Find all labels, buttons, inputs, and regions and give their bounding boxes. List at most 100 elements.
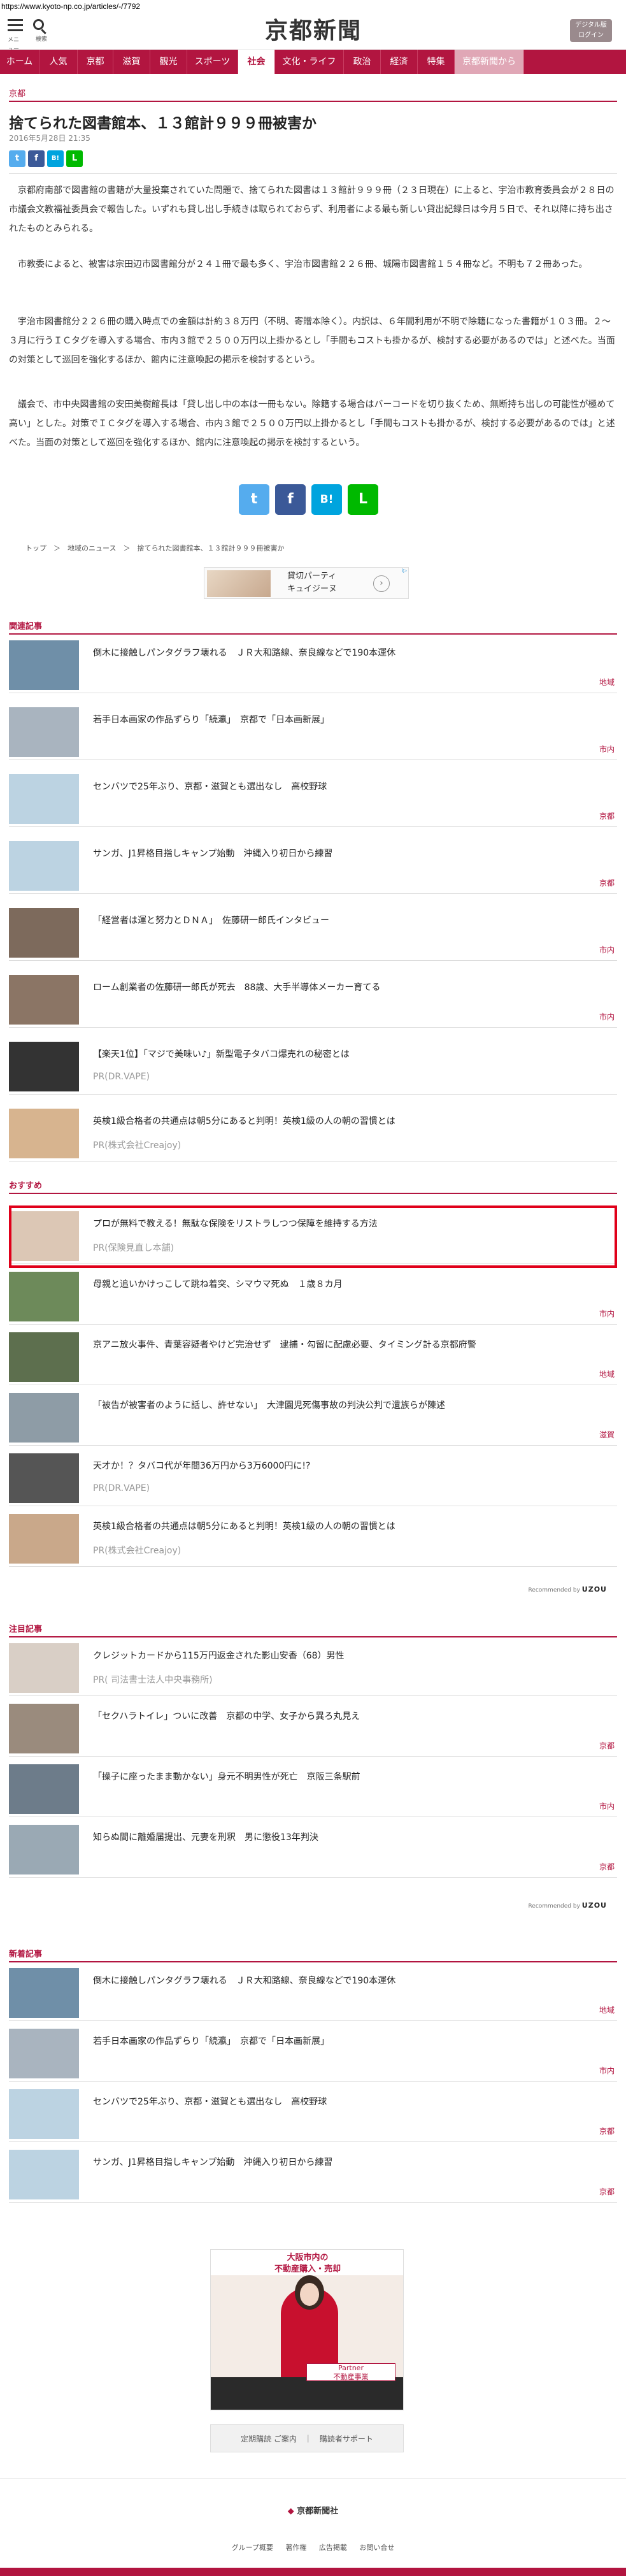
list-item-title: 倒木に接触しパンタグラフ壊れる ＪＲ大和路線、奈良線などで190本運休 <box>93 1976 396 1986</box>
nav-item[interactable]: 経済 <box>381 50 418 74</box>
nav-item[interactable]: 観光 <box>150 50 187 74</box>
article-paragraph: 議会で、市中央図書館の安田美樹館長は「貸し出し中の本は一冊もない。除籍する場合は… <box>9 399 615 448</box>
list-item[interactable]: センバツで25年ぶり、京都・滋賀とも選出なし 高校野球 京都 <box>9 771 617 827</box>
recommended-by-text: Recommended by <box>528 1903 580 1910</box>
list-item[interactable]: 倒木に接触しパンタグラフ壊れる ＪＲ大和路線、奈良線などで190本運休地域 <box>9 637 617 693</box>
twitter-share-button-small[interactable]: t <box>9 150 25 167</box>
article-thumbnail <box>9 1272 79 1321</box>
list-item[interactable]: 英検1級合格者の共通点は朝5分にあると判明！英検1級の人の朝の習慣とは PR(株式… <box>9 1511 617 1567</box>
list-item-category[interactable]: 京都 <box>599 1740 615 1751</box>
article-paragraph: 京都府南部で図書館の書籍が大量投棄されていた問題で、捨てられた図書は１３館計９９… <box>9 185 615 234</box>
list-item-category[interactable]: 滋賀 <box>599 1429 615 1440</box>
nav-item[interactable]: 人気 <box>39 50 78 74</box>
article-thumbnail <box>9 2089 79 2139</box>
list-item-title: 「経営者は運と努力とＤＮＡ」 佐藤研一郎氏インタビュー <box>93 916 329 926</box>
hatena-share-button[interactable]: B! <box>311 484 342 515</box>
list-item[interactable]: 倒木に接触しパンタグラフ壊れる ＪＲ大和路線、奈良線などで190本運休地域 <box>9 1965 617 2021</box>
divider <box>9 173 617 174</box>
site-logo[interactable]: 京都新聞 <box>250 17 377 45</box>
footer-bar <box>0 2568 626 2576</box>
list-item[interactable]: 若手日本画家の作品ずらり「続瀛」 京都で「日本画新展」市内 <box>9 704 617 760</box>
twitter-share-button[interactable]: t <box>239 484 269 515</box>
list-item[interactable]: センバツで25年ぶり、京都・滋賀とも選出なし 高校野球 京都 <box>9 2086 617 2142</box>
list-item-category[interactable]: 地域 <box>599 677 615 687</box>
list-item-title: 若手日本画家の作品ずらり「続瀛」 京都で「日本画新展」 <box>93 715 329 725</box>
article-thumbnail <box>9 1764 79 1814</box>
nav-item[interactable]: スポーツ <box>187 50 238 74</box>
nav-item[interactable]: 社会 <box>238 50 275 74</box>
list-item-category[interactable]: 京都 <box>599 810 615 821</box>
list-item-category[interactable]: 市内 <box>599 944 615 955</box>
uzou-logo[interactable]: UZOU <box>582 1901 607 1910</box>
list-item-category[interactable]: 市内 <box>599 1801 615 1811</box>
footer-link[interactable]: 広告掲載 <box>319 2544 347 2552</box>
ad-choices-icon[interactable]: i▷ <box>402 568 407 573</box>
list-item-title: 英検1級合格者の共通点は朝5分にあると判明！英検1級の人の朝の習慣とは <box>93 1116 395 1126</box>
article-thumbnail <box>9 2150 79 2199</box>
chevron-right-icon[interactable]: › <box>373 575 390 592</box>
list-item-category[interactable]: 市内 <box>599 744 615 754</box>
list-item-title: 倒木に接触しパンタグラフ壊れる ＪＲ大和路線、奈良線などで190本運休 <box>93 648 396 658</box>
list-item-title: サンガ、J1昇格目指しキャンプ始動 沖縄入り初日から練習 <box>93 849 333 859</box>
ad-headline: 大阪市内の 不動産購入・売却 <box>211 2250 403 2275</box>
list-item-category[interactable]: 市内 <box>599 2065 615 2076</box>
footer-link[interactable]: お問い合せ <box>359 2544 394 2552</box>
article-section[interactable]: 京都 <box>9 87 25 99</box>
url-bar[interactable]: https://www.kyoto-np.co.jp/articles/-/77… <box>0 0 626 13</box>
article-thumbnail <box>9 1109 79 1158</box>
facebook-share-button[interactable]: f <box>275 484 306 515</box>
article-thumbnail <box>9 908 79 958</box>
list-item[interactable]: 英検1級合格者の共通点は朝5分にあると判明！英検1級の人の朝の習慣とは PR(株式… <box>9 1105 617 1162</box>
digital-login-button[interactable]: デジタル版 ログイン <box>570 19 612 42</box>
list-item-category[interactable]: 市内 <box>599 1011 615 1022</box>
menu-button[interactable]: メニュー <box>8 19 24 53</box>
menu-icon-bar <box>8 24 23 26</box>
article-thumbnail <box>9 1968 79 2018</box>
nav-item[interactable]: 京都新聞から <box>455 50 524 74</box>
list-item-category[interactable]: 京都 <box>599 2126 615 2136</box>
facebook-share-button-small[interactable]: f <box>28 150 45 167</box>
list-item-category[interactable]: 地域 <box>599 1369 615 1379</box>
ad-banner-large[interactable]: 大阪市内の 不動産購入・売却 Partner 不動産事業 <box>210 2249 404 2410</box>
nav-item[interactable]: 政治 <box>344 50 381 74</box>
list-item[interactable]: 知らぬ間に離婚届提出、元妻を刑釈 男に懲役13年判決 京都 <box>9 1822 617 1878</box>
nav-item[interactable]: 文化・ライフ <box>275 50 344 74</box>
list-item-category[interactable]: 京都 <box>599 1861 615 1872</box>
list-item[interactable]: サンガ、J1昇格目指しキャンプ始動 沖縄入り初日から練習 京都 <box>9 2147 617 2203</box>
list-item-title: 「セクハラトイレ」ついに改善 京都の中学、女子から異ろ丸見え <box>93 1711 360 1722</box>
article-thumbnail <box>9 1332 79 1382</box>
list-item-sponsor: PR(株式会社Creajoy) <box>93 1546 181 1556</box>
hatena-share-button-small[interactable]: B! <box>47 150 64 167</box>
list-item-category[interactable]: 京都 <box>599 877 615 888</box>
footer-link[interactable]: グループ概要 <box>232 2544 273 2552</box>
list-item[interactable]: 「操子に座ったまま動かない」身元不明男性が死亡 京阪三条駅前 市内 <box>9 1761 617 1817</box>
list-item[interactable]: クレジットカードから115万円返金された影山安香（68）男性 PR( 司法書士法人… <box>9 1640 617 1696</box>
list-item[interactable]: 京アニ放火事件、青葉容疑者やけど完治せず 逮捕・勾留に配慮必要、タイミング計る京… <box>9 1329 617 1385</box>
list-item[interactable]: 母親と追いかけっこして跳ね着突、シマウマ死ぬ １歳８カ月 市内 <box>9 1269 617 1325</box>
nav-item[interactable]: ホーム <box>0 50 39 74</box>
list-item[interactable]: 天才か！？タバコ代が年間36万円から3万6000円に!? PR(DR.VAPE) <box>9 1450 617 1506</box>
footer-logo[interactable]: ◆ 京都新聞社 <box>0 2504 626 2516</box>
list-item-category[interactable]: 市内 <box>599 1308 615 1319</box>
list-item[interactable]: 「セクハラトイレ」ついに改善 京都の中学、女子から異ろ丸見え京都 <box>9 1701 617 1757</box>
nav-item[interactable]: 京都 <box>78 50 113 74</box>
list-item-category[interactable]: 地域 <box>599 2004 615 2015</box>
list-item[interactable]: 若手日本画家の作品ずらり「続瀛」 京都で「日本画新展」 市内 <box>9 2026 617 2082</box>
nav-item[interactable]: 特集 <box>418 50 455 74</box>
subscribe-links[interactable]: 定期購読 ご案内 ｜ 購読者サポート <box>210 2424 404 2452</box>
related-heading: 関連記事 <box>9 622 43 631</box>
line-share-button-small[interactable]: L <box>66 150 83 167</box>
search-button[interactable]: 検索 <box>33 19 50 43</box>
ad-banner-top[interactable]: 貸切パーティ キュイジーヌ › i▷ <box>204 567 409 599</box>
list-item[interactable]: サンガ、J1昇格目指しキャンプ始動 沖縄入り初日から練習京都 <box>9 838 617 894</box>
uzou-logo[interactable]: UZOU <box>582 1585 607 1594</box>
nav-item[interactable]: 滋賀 <box>113 50 150 74</box>
footer-link[interactable]: 著作権 <box>285 2544 306 2552</box>
line-share-button[interactable]: L <box>348 484 378 515</box>
list-item[interactable]: 「被告が被害者のように話し、許せない」 大津園児死傷事故の判決公判で遺族らが陳述… <box>9 1390 617 1446</box>
list-item[interactable]: 「経営者は運と努力とＤＮＡ」 佐藤研一郎氏インタビュー市内 <box>9 905 617 961</box>
list-item-category[interactable]: 京都 <box>599 2186 615 2197</box>
breadcrumb[interactable]: トップ ＞ 地域のニュース ＞ 捨てられた図書館本、１３館計９９９冊被害か <box>25 543 284 553</box>
list-item[interactable]: 【楽天1位】「マジで美味い♪」新型電子タバコ爆売れの秘密とは PR(DR.VAPE… <box>9 1039 617 1095</box>
list-item[interactable]: ローム創業者の佐藤研一郎氏が死去 88歳、大手半導体メーカー育てる 市内 <box>9 972 617 1028</box>
